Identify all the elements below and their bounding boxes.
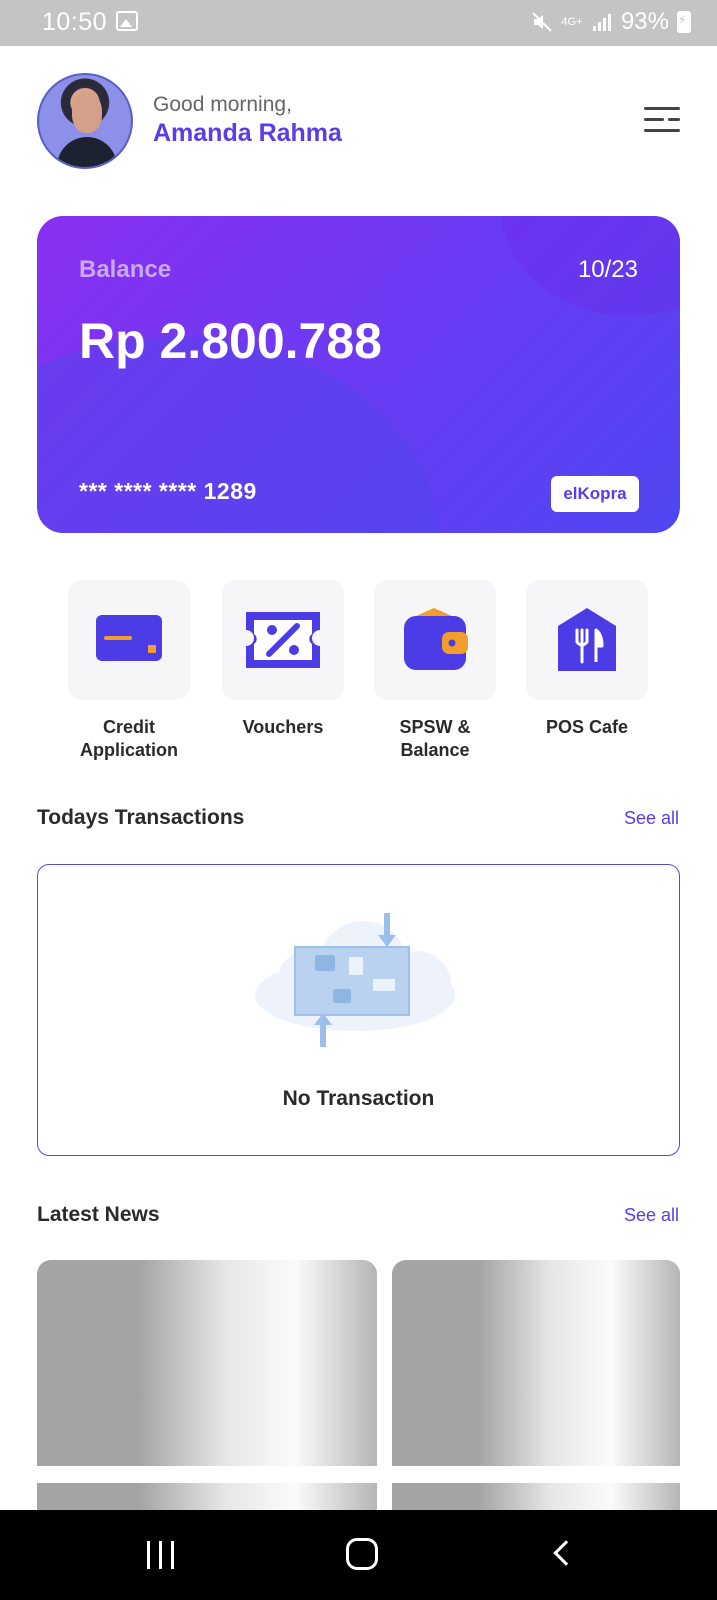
menu-line-middle-right: [668, 118, 680, 121]
card-number: *** **** **** 1289: [79, 478, 257, 504]
avatar[interactable]: [37, 73, 133, 169]
user-name: Amanda Rahma: [153, 119, 342, 147]
news-card-image[interactable]: [37, 1260, 377, 1466]
menu-line-middle-left: [644, 118, 664, 121]
network-label: 4G+: [561, 16, 583, 28]
greeting-text: Good morning,: [153, 93, 292, 116]
mute-icon: [532, 12, 552, 32]
empty-transaction-illustration: [255, 913, 455, 1047]
recent-apps-line: [159, 1541, 162, 1569]
menu-line-bottom: [644, 129, 680, 132]
news-card-image[interactable]: [392, 1483, 680, 1511]
quick-tile: [374, 580, 496, 700]
menu-icon[interactable]: [644, 107, 680, 133]
quick-tile: [68, 580, 190, 700]
news-card-image[interactable]: [392, 1260, 680, 1466]
quick-tile: [222, 580, 344, 700]
recent-apps-icon[interactable]: [147, 1541, 177, 1569]
quick-item-label: Credit Application: [80, 717, 178, 760]
quick-item-pos-cafe[interactable]: POS Cafe: [526, 580, 648, 739]
transactions-see-all-link[interactable]: See all: [624, 808, 679, 829]
quick-item-label: Vouchers: [242, 717, 324, 737]
news-card-image[interactable]: [37, 1483, 377, 1511]
news-see-all-link[interactable]: See all: [624, 1205, 679, 1226]
status-icons: 4G+ 93%: [531, 8, 691, 36]
back-icon[interactable]: [553, 1540, 579, 1566]
recent-apps-line: [147, 1541, 150, 1569]
gallery-icon: [116, 11, 138, 31]
empty-transaction-text: No Transaction: [282, 1087, 435, 1110]
card-expiry: 10/23: [577, 256, 638, 283]
balance-card[interactable]: Balance 10/23 Rp 2.800.788 *** **** ****…: [37, 216, 680, 533]
battery-percent: 93%: [620, 8, 669, 35]
brand-logo: elKopra: [551, 476, 639, 512]
quick-menu: Credit Application Vouchers SPSW & Balan…: [68, 580, 648, 770]
quick-item-label: SPSW & Balance: [399, 717, 471, 760]
system-nav-bar: [0, 1510, 717, 1600]
quick-item-spsw-balance[interactable]: SPSW & Balance: [374, 580, 496, 762]
status-bar: 10:50 4G+ 93%: [0, 0, 717, 46]
balance-label: Balance: [79, 256, 172, 283]
recent-apps-line: [171, 1541, 174, 1569]
signal-icon: [592, 14, 611, 31]
credit-card-icon: [96, 615, 162, 661]
transactions-title: Todays Transactions: [37, 806, 245, 829]
quick-item-label: POS Cafe: [545, 717, 629, 737]
balance-amount: Rp 2.800.788: [79, 313, 382, 369]
battery-charging-icon: [677, 11, 691, 33]
menu-line-top: [644, 107, 680, 110]
status-time: 10:50: [42, 8, 108, 36]
quick-item-vouchers[interactable]: Vouchers: [222, 580, 344, 739]
home-icon[interactable]: [346, 1538, 378, 1570]
avatar-body: [57, 137, 117, 167]
quick-item-credit-application[interactable]: Credit Application: [68, 580, 190, 762]
voucher-icon: [246, 612, 320, 668]
wallet-icon: [404, 608, 468, 670]
avatar-face: [72, 93, 102, 133]
transactions-panel: No Transaction: [37, 864, 680, 1156]
quick-tile: [526, 580, 648, 700]
news-title: Latest News: [37, 1203, 160, 1226]
header: Good morning, Amanda Rahma: [37, 73, 680, 169]
restaurant-icon: [558, 608, 616, 671]
